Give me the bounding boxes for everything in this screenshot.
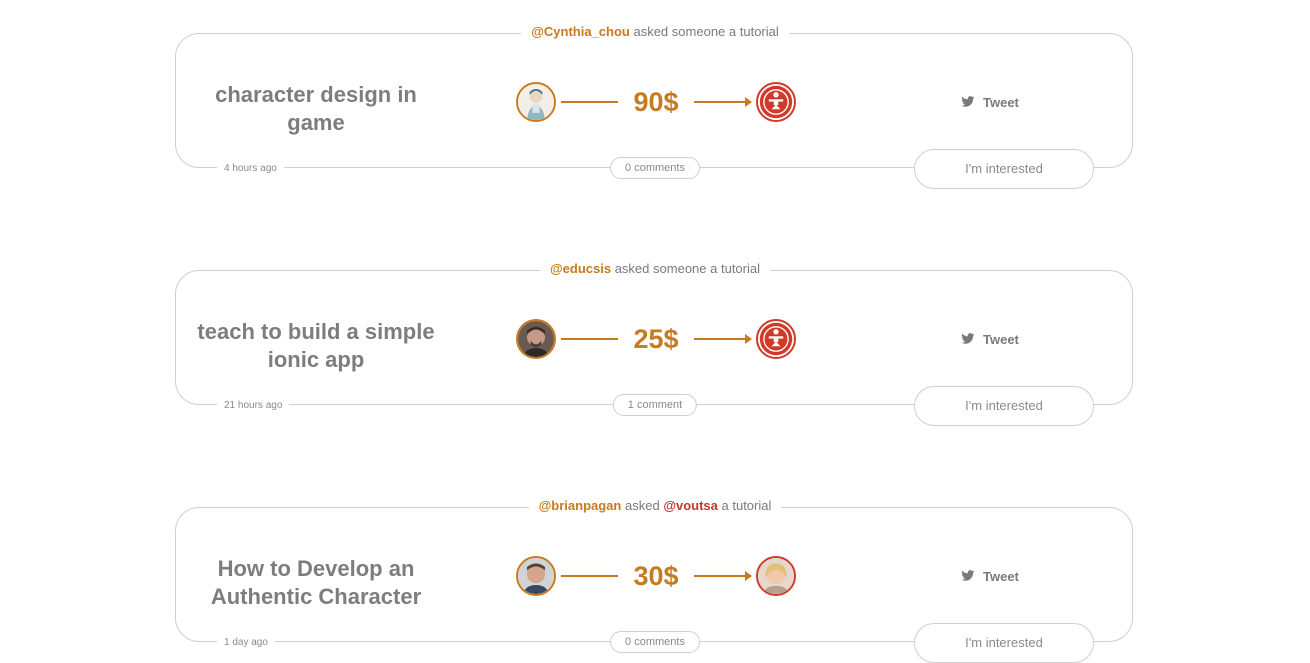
tweet-button[interactable]: Tweet <box>961 566 1019 586</box>
request-card-box: teach to build a simple ionic app 25$ Tw… <box>175 270 1133 405</box>
anonymous-tutor-icon <box>759 85 793 119</box>
request-verb: asked <box>624 498 660 513</box>
request-suffix: a tutorial <box>728 24 779 39</box>
request-header: @brianpagan asked @voutsa a tutorial <box>175 497 1135 515</box>
price-label: 30$ <box>633 561 679 591</box>
request-timestamp: 4 hours ago <box>217 162 284 176</box>
tutor-avatar[interactable] <box>756 556 796 596</box>
anonymous-tutor-icon <box>759 322 793 356</box>
price-label: 90$ <box>633 87 679 117</box>
request-card: @educsis asked someone a tutorial teach … <box>175 260 1135 426</box>
request-card-box: How to Develop an Authentic Character 30… <box>175 507 1133 642</box>
user-avatar-photo-icon <box>758 558 794 594</box>
interested-button[interactable]: I'm interested <box>914 623 1094 663</box>
comments-button[interactable]: 0 comments <box>610 157 700 179</box>
user-avatar-illustration-icon <box>518 84 554 120</box>
tweet-label: Tweet <box>983 568 1019 584</box>
request-card: @brianpagan asked @voutsa a tutorial How… <box>175 497 1135 663</box>
requester-link[interactable]: @Cynthia_chou <box>531 24 630 39</box>
request-card: @Cynthia_chou asked someone a tutorial c… <box>175 23 1135 189</box>
requester-avatar[interactable] <box>516 556 556 596</box>
request-title[interactable]: character design in game <box>186 74 446 144</box>
requester-avatar[interactable] <box>516 319 556 359</box>
flow-line-left <box>561 338 618 340</box>
price-label: 25$ <box>633 324 679 354</box>
request-timestamp: 21 hours ago <box>217 399 290 413</box>
request-title[interactable]: How to Develop an Authentic Character <box>186 548 446 618</box>
arrow-right-icon <box>745 334 752 344</box>
request-header: @educsis asked someone a tutorial <box>175 260 1135 278</box>
comments-button[interactable]: 1 comment <box>612 394 698 416</box>
flow-line-right <box>694 338 746 340</box>
interested-button[interactable]: I'm interested <box>914 386 1094 426</box>
request-title[interactable]: teach to build a simple ionic app <box>186 311 446 381</box>
request-verb: asked <box>614 261 650 276</box>
tweet-label: Tweet <box>983 331 1019 347</box>
requester-link[interactable]: @brianpagan <box>539 498 622 513</box>
request-suffix: a tutorial <box>721 498 772 513</box>
flow-line-right <box>694 575 746 577</box>
tutor-avatar[interactable] <box>756 82 796 122</box>
flow-line-left <box>561 575 618 577</box>
request-card-box: character design in game 90$ Tweet <box>175 33 1133 168</box>
tweet-button[interactable]: Tweet <box>961 329 1019 349</box>
tweet-label: Tweet <box>983 94 1019 110</box>
request-feed: @Cynthia_chou asked someone a tutorial c… <box>0 0 1310 663</box>
twitter-bird-icon <box>961 570 975 581</box>
comments-button[interactable]: 0 comments <box>610 631 700 653</box>
interested-button[interactable]: I'm interested <box>914 149 1094 189</box>
user-avatar-photo-icon <box>518 321 554 357</box>
flow-line-right <box>694 101 746 103</box>
user-avatar-photo-icon <box>518 558 554 594</box>
request-header: @Cynthia_chou asked someone a tutorial <box>175 23 1135 41</box>
requester-avatar[interactable] <box>516 82 556 122</box>
flow-line-left <box>561 101 618 103</box>
requester-link[interactable]: @educsis <box>550 261 611 276</box>
request-target: someone <box>653 261 707 276</box>
request-verb: asked <box>633 24 669 39</box>
twitter-bird-icon <box>961 96 975 107</box>
tweet-button[interactable]: Tweet <box>961 92 1019 112</box>
arrow-right-icon <box>745 97 752 107</box>
tutor-link[interactable]: @voutsa <box>663 498 718 513</box>
request-timestamp: 1 day ago <box>217 636 275 650</box>
arrow-right-icon <box>745 571 752 581</box>
tutor-avatar[interactable] <box>756 319 796 359</box>
request-target: someone <box>671 24 726 39</box>
request-suffix: a tutorial <box>710 261 761 276</box>
twitter-bird-icon <box>961 333 975 344</box>
